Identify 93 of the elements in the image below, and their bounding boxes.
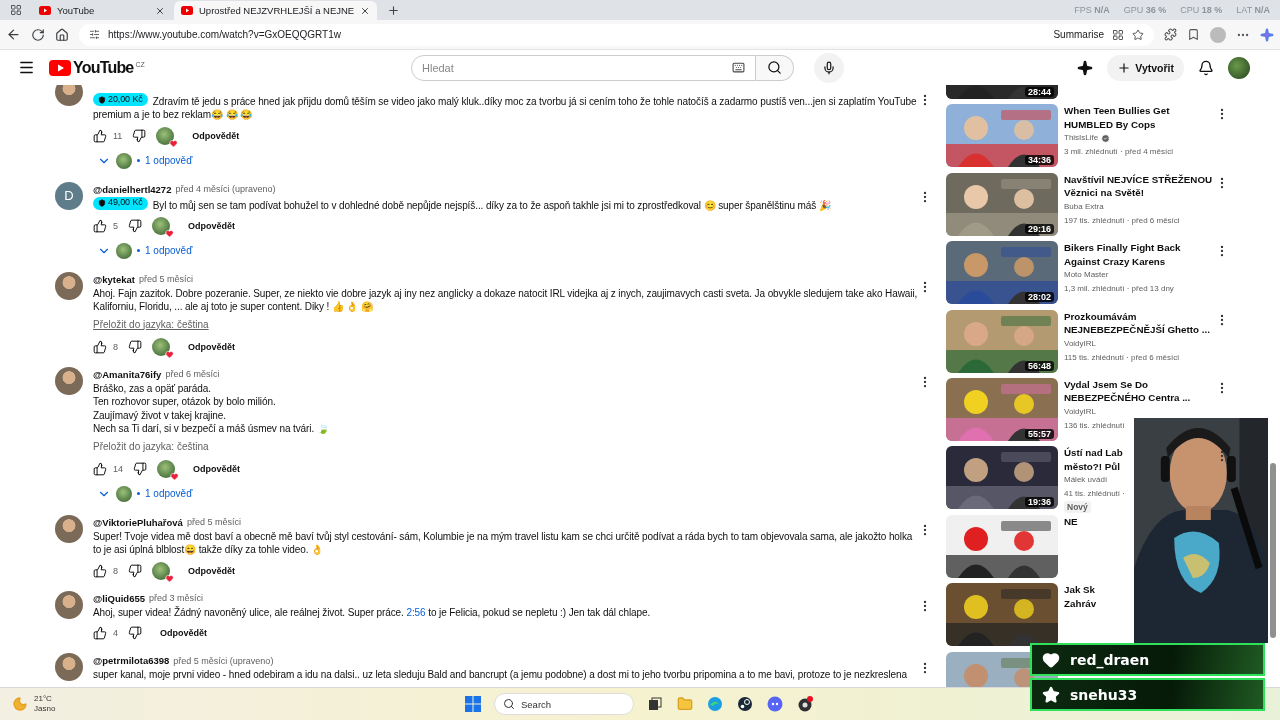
video-title[interactable]: NEBEZPEČNÉHO Centra ... — [1064, 391, 1191, 405]
performance-stat: FPS N/A — [1074, 5, 1110, 15]
like-count: 5 — [113, 220, 118, 231]
temperature: 21°C — [34, 694, 53, 704]
comment-text: Nech sa Ti darí, si v bezpečí a máš úsmev na tvári. 🍃 — [93, 422, 330, 436]
reply-button[interactable]: Odpovědět — [181, 459, 253, 478]
avatar[interactable]: D — [55, 181, 83, 210]
comment-author[interactable]: @danielhertl4272 — [93, 183, 172, 195]
video-views: 115 tis. zhlédnutí · před 6 měsíci — [1064, 351, 1180, 364]
video-views: 41 tis. zhlédnutí · — [1064, 488, 1125, 501]
new-badge: Nový — [1064, 501, 1091, 514]
video-title[interactable]: Navštívil NEJVÍCE STŘEŽENOU — [1064, 172, 1213, 187]
donation-badge: 49,00 Kč — [93, 196, 148, 210]
comment-text: Bráško, zas a opäť paráda. — [93, 381, 212, 395]
comment-time[interactable]: před 6 měsíci — [165, 369, 220, 379]
video-title[interactable]: HUMBLED By Cops — [1064, 117, 1156, 132]
replies-toggle[interactable]: 1 odpověď — [93, 238, 197, 263]
video-title[interactable]: Zahráv — [1064, 596, 1097, 611]
video-title[interactable]: Věznici na Světě! — [1064, 186, 1145, 200]
address-field[interactable]: https://www.youtube.com/watch?v=GxOEQQGRT1w Summarise — [79, 23, 1154, 46]
comment-time[interactable]: před 4 měsíci (upraveno) — [175, 184, 276, 194]
like-count: 8 — [113, 341, 118, 352]
create-button[interactable]: Vytvořit — [1107, 54, 1184, 81]
video-title[interactable]: Bikers Finally Fight Back — [1064, 241, 1181, 255]
channel-name[interactable]: ThisIsLife — [1064, 131, 1111, 146]
video-title[interactable]: Vydal Jsem Se Do — [1064, 377, 1149, 392]
alert-username: snehu33 — [1070, 686, 1138, 703]
video-views: 197 tis. zhlédnutí · před 6 měsíci — [1064, 214, 1180, 227]
video-views: 1,3 mil. zhlédnutí · před 13 dny — [1064, 283, 1174, 296]
like-count: 4 — [113, 628, 118, 638]
translate-link[interactable]: Přeložit do jazyka: čeština — [93, 316, 209, 333]
comment-author[interactable]: @Amanita76ify — [93, 368, 162, 380]
video-duration: 28:02 — [1024, 292, 1054, 303]
comment-text: 49,00 Kč Byl to můj sen se tam podívat bohužel to v dohledné době nepůjde nejspíš... díky za to že aspoň takhle jsi mi to zprostředkoval 😊 super španělštinu máš 🎉 — [93, 196, 918, 212]
comment-author[interactable]: @ViktoriePluhařová — [93, 516, 183, 528]
channel-name[interactable]: Buba Extra — [1064, 199, 1104, 214]
channel-name[interactable]: VoidyIRL — [1064, 336, 1097, 351]
video-title[interactable]: Prozkoumávám — [1064, 309, 1137, 324]
comment-text: Zaujímavý život v takej krajine. — [93, 408, 227, 422]
comment-time[interactable]: před 5 měsíci — [186, 517, 241, 527]
like-count: 8 — [113, 565, 118, 576]
comment-time[interactable]: před 3 měsíci — [149, 593, 204, 603]
comment-text: Ahoj. Fajn zazitok. Dobre pozeranie. Super, ze niekto vie dobre jazyk aj iny nez anglicky a dokaze natocit IRL videjka aj z inych, zaujimavych casti sveta. Ja obvykle sledujem take ako Hawaii, Kaliforniu, Floridu, ... ale aj toto je super content. Diky ! 👍 👌 🤗 — [93, 286, 918, 314]
video-duration: 28:44 — [1024, 87, 1054, 97]
reply-button[interactable]: Odpovědět — [176, 216, 248, 235]
comment-author[interactable]: @kytekat — [93, 273, 135, 285]
comment-text: 20,00 Kč Zdravím tě jedu s práce hned jak přijdu domů těším se video jako malý kluk..díky moc za tvorbu já si cením toho že tohle natočíš a zadarmo pustíš ven...jen si zaplatím YouTube premium a je to bez reklam😂 😂 😂 — [93, 93, 918, 122]
video-duration: 55:57 — [1024, 428, 1054, 439]
performance-stat: GPU 36 % — [1123, 5, 1167, 15]
channel-name[interactable]: Málek uvádí — [1064, 473, 1108, 488]
video-title[interactable]: NE — [1064, 514, 1078, 529]
comment-time[interactable]: před 5 měsíci (upraveno) — [173, 655, 274, 666]
weather-condition: Jasno — [34, 704, 56, 714]
comment-author[interactable]: @petrmilota6398 — [93, 655, 170, 666]
replies-toggle[interactable]: 1 odpověď — [93, 481, 197, 506]
video-duration: 56:48 — [1024, 360, 1054, 371]
video-title[interactable]: Jak Sk — [1064, 583, 1096, 597]
timestamp-link[interactable]: 2:56 — [406, 606, 426, 618]
donation-badge: 20,00 Kč — [93, 93, 148, 106]
video-title[interactable]: NEJNEBEZPEČNĚJŠÍ Ghetto ... — [1064, 323, 1210, 337]
channel-name[interactable]: Moto Master — [1064, 268, 1109, 283]
video-title[interactable]: Against Crazy Karens — [1064, 254, 1166, 269]
channel-name[interactable]: VoidyIRL — [1064, 404, 1097, 419]
reply-button[interactable]: Odpovědět — [148, 624, 220, 642]
comment-text: super kanal, moje prvni video - hned odebiram a idu na dalsi.. uz leta sleduju Bald and bancrupt (a jemu podobne) a dost mi to jeho tvorbu pripomina a to me bavi, protoze to je nezkreslena — [93, 668, 908, 682]
browser-tab[interactable]: Uprostřed NEJZVRHLEJŠÍ a NEJNE — [174, 1, 378, 20]
comment-text: Ten rozhovor super, otázok by bolo milión. — [93, 395, 277, 409]
comment-text: Super! Tvoje videa mě dost baví a obecně mě baví tvůj styl cestování- sám, Kolumbie je na mým travel listu kam se chci určitě podívat a ráda bych to tam objevovala sama, ale jakožto holka to je asi úplná blblost😄 takže díky za tohle video. 👌 — [93, 529, 914, 557]
reply-button[interactable]: Odpovědět — [176, 561, 248, 580]
reply-button[interactable]: Odpovědět — [176, 337, 248, 356]
like-count: 14 — [113, 463, 123, 474]
like-count: 11 — [113, 130, 123, 141]
alert-username: red_draen — [1070, 651, 1150, 668]
reply-button[interactable]: Odpovědět — [180, 126, 252, 145]
video-duration: 34:36 — [1024, 155, 1054, 166]
taskbar-search[interactable]: Search — [494, 693, 634, 715]
video-title[interactable]: Ústí nad Lab — [1064, 446, 1123, 460]
comment-time[interactable]: před 5 měsíci — [139, 274, 194, 284]
translate-link[interactable]: Přeložit do jazyka: čeština — [93, 438, 209, 455]
video-views: 136 tis. zhlédnutí — [1064, 419, 1125, 432]
browser-tab[interactable]: YouTube — [32, 1, 172, 20]
video-title[interactable]: město?! Půl — [1064, 459, 1121, 474]
replies-toggle[interactable]: 1 odpověď — [93, 148, 197, 173]
comment-text: Ahoj, super videa! Žádný navoněný ulice, ale reálnej život. Super práce. 2:56 to je Felicia, pokud se nepletu :) Jen tak dál chlape. — [93, 605, 652, 619]
comment-author[interactable]: @liQuid655 — [93, 592, 146, 604]
performance-stat: LAT N/A — [1236, 5, 1270, 15]
performance-stat: CPU 18 % — [1180, 5, 1223, 15]
video-duration: 19:36 — [1024, 497, 1054, 508]
youtube-logo[interactable]: YouTube$^{CZ}$ — [49, 58, 145, 77]
summarise-button[interactable]: Summarise — [1053, 29, 1104, 40]
video-views: 3 mil. zhlédnutí · před 4 měsíci — [1064, 146, 1173, 159]
video-title[interactable]: When Teen Bullies Get — [1064, 104, 1170, 118]
video-duration: 29:16 — [1024, 223, 1054, 234]
